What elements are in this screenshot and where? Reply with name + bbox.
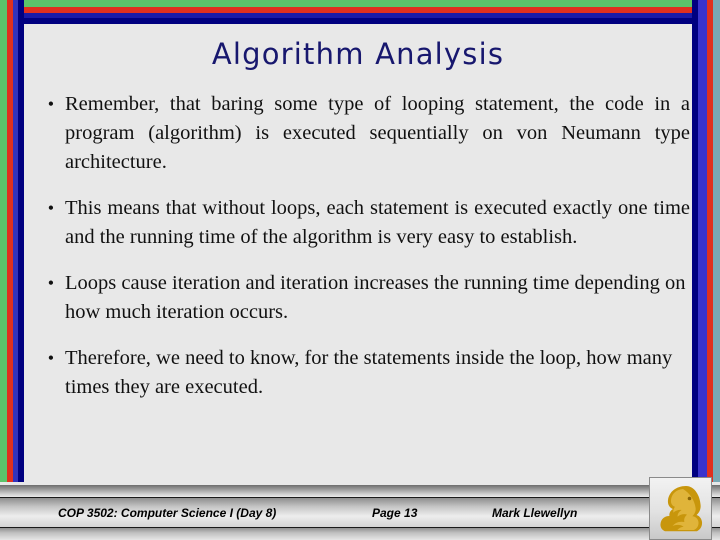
frame-right-rail bbox=[713, 0, 720, 540]
footer-text-row: COP 3502: Computer Science I (Day 8) Pag… bbox=[0, 498, 720, 527]
footer-band-top bbox=[0, 485, 720, 498]
footer-page-label: Page 13 bbox=[372, 505, 418, 520]
list-item: • Therefore, we need to know, for the st… bbox=[26, 344, 690, 402]
list-item-text: Therefore, we need to know, for the stat… bbox=[65, 347, 673, 398]
list-item-text: Remember, that baring some type of loopi… bbox=[65, 93, 690, 173]
slide-content-area: Algorithm Analysis • Remember, that bari… bbox=[24, 24, 692, 482]
list-item-text: Loops cause iteration and iteration incr… bbox=[65, 272, 686, 323]
bullet-list: • Remember, that baring some type of loo… bbox=[26, 90, 690, 419]
footer-course-label: COP 3502: Computer Science I (Day 8) bbox=[58, 505, 277, 520]
page-title: Algorithm Analysis bbox=[211, 37, 505, 71]
footer-band-bottom bbox=[0, 528, 720, 540]
slide-footer: COP 3502: Computer Science I (Day 8) Pag… bbox=[0, 477, 720, 540]
list-item: • Loops cause iteration and iteration in… bbox=[26, 269, 690, 327]
footer-author-label: Mark Llewellyn bbox=[492, 505, 578, 520]
slide: Algorithm Analysis • Remember, that bari… bbox=[0, 0, 720, 540]
frame-right-rail-blue bbox=[698, 0, 707, 540]
list-item: • This means that without loops, each st… bbox=[26, 194, 690, 252]
frame-right-rail-navy bbox=[692, 0, 698, 540]
frame-left-rail-green bbox=[0, 0, 7, 540]
list-item: • Remember, that baring some type of loo… bbox=[26, 90, 690, 177]
list-item-text: This means that without loops, each stat… bbox=[65, 197, 690, 248]
bullet-icon: • bbox=[47, 94, 54, 114]
bullet-icon: • bbox=[47, 348, 54, 368]
ucf-pegasus-logo bbox=[649, 477, 712, 540]
bullet-icon: • bbox=[47, 198, 54, 218]
frame-right-rail-red bbox=[707, 0, 713, 540]
bullet-icon: • bbox=[47, 273, 54, 293]
